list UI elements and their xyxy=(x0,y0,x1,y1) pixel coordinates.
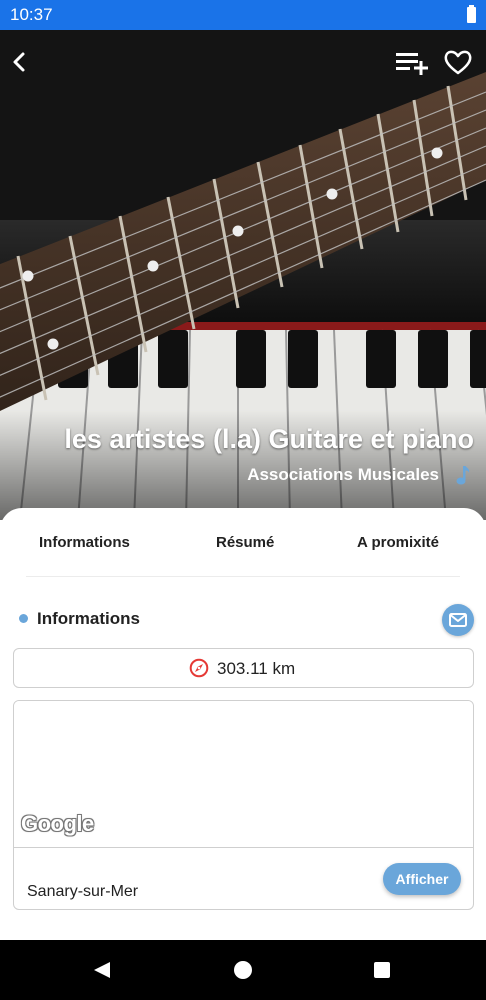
show-map-button[interactable]: Afficher xyxy=(383,863,461,895)
section-bullet xyxy=(19,614,28,623)
hero-title: les artistes (l.a) Guitare et piano xyxy=(64,424,474,454)
playlist-add-icon xyxy=(396,53,428,75)
city-name: Sanary-sur-Mer xyxy=(27,883,139,900)
heart-icon xyxy=(444,50,472,75)
map-card: Google Sanary-sur-Mer Afficher xyxy=(13,700,474,910)
nav-recents-icon[interactable] xyxy=(374,962,390,978)
favorite-button[interactable] xyxy=(443,48,473,76)
back-button[interactable] xyxy=(6,48,34,76)
battery-icon xyxy=(467,5,476,23)
system-nav-bar xyxy=(0,940,486,1000)
tab-resume[interactable]: Résumé xyxy=(216,534,274,551)
status-bar: 10:37 xyxy=(0,0,486,30)
hero-banner: les artistes (l.a) Guitare et piano Asso… xyxy=(0,30,486,520)
compass-icon xyxy=(189,658,209,678)
status-time: 10:37 xyxy=(10,5,53,24)
details-sheet: Informations Résumé A promixité Informat… xyxy=(0,508,486,940)
hero-category: Associations Musicales xyxy=(247,465,439,484)
mail-icon xyxy=(449,613,467,627)
tab-divider xyxy=(26,576,460,577)
map-divider xyxy=(14,847,473,848)
mail-button[interactable] xyxy=(442,604,474,636)
back-arrow-icon xyxy=(13,52,25,72)
google-logo: Google xyxy=(21,811,94,836)
music-note-icon xyxy=(456,466,470,485)
nav-back-icon[interactable] xyxy=(93,961,111,979)
tab-promixite[interactable]: A promixité xyxy=(357,534,439,551)
distance-value: 303.11 km xyxy=(217,659,296,678)
distance-box: 303.11 km xyxy=(13,648,474,688)
tab-bar: Informations Résumé A promixité xyxy=(0,508,486,578)
add-to-playlist-button[interactable] xyxy=(394,48,430,76)
section-title: Informations xyxy=(37,609,140,628)
tab-informations[interactable]: Informations xyxy=(39,534,130,551)
nav-home-icon[interactable] xyxy=(234,961,252,979)
map-view[interactable]: Google xyxy=(14,701,473,847)
